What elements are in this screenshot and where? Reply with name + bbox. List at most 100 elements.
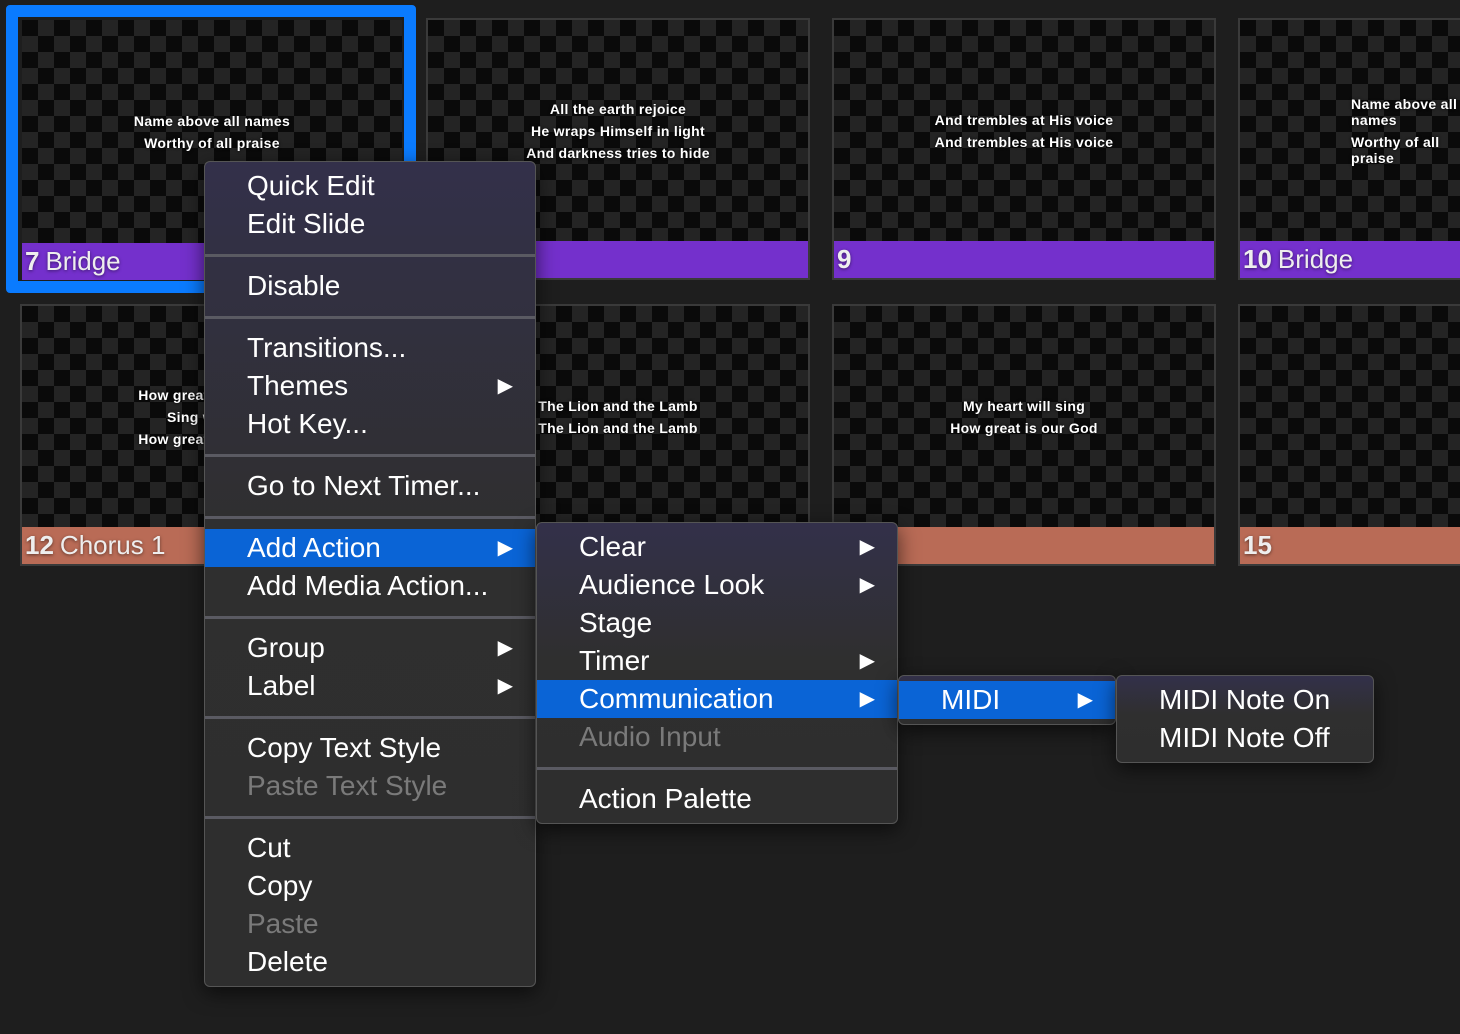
menu-item-midi-note-on[interactable]: MIDI Note On bbox=[1117, 681, 1373, 719]
slide-number: 7 bbox=[25, 246, 40, 276]
menu-item-stage[interactable]: Stage bbox=[537, 604, 897, 642]
menu-item-audience-look[interactable]: Audience Look ▶ bbox=[537, 566, 897, 604]
slide-thumbnail: And trembles at His voice And trembles at… bbox=[834, 20, 1214, 241]
menu-item-label: Edit Slide bbox=[247, 208, 366, 239]
menu-item-label: Paste Text Style bbox=[247, 770, 448, 801]
menu-separator bbox=[205, 243, 535, 267]
submenu-arrow-icon: ▶ bbox=[497, 675, 513, 697]
menu-item-label: Clear bbox=[579, 531, 646, 562]
menu-item-label: Add Action bbox=[247, 532, 381, 563]
menu-separator bbox=[205, 505, 535, 529]
menu-item-label: Add Media Action... bbox=[247, 570, 489, 601]
menu-separator bbox=[205, 443, 535, 467]
menu-item-edit-slide[interactable]: Edit Slide bbox=[205, 205, 535, 243]
slide-lyric: Name above all names bbox=[133, 112, 291, 129]
slide-number: 9 bbox=[837, 244, 852, 274]
context-menu: Quick Edit Edit Slide Disable Transitions..… bbox=[204, 161, 536, 987]
menu-item-label: Go to Next Timer... bbox=[247, 470, 481, 501]
menu-item-label: Audience Look bbox=[579, 569, 765, 600]
menu-item-go-to-next-timer[interactable]: Go to Next Timer... bbox=[205, 467, 535, 505]
menu-item-label: Themes bbox=[247, 370, 349, 401]
menu-item-midi[interactable]: MIDI ▶ bbox=[899, 681, 1115, 719]
slide-lyric: All the earth rejoice bbox=[549, 100, 687, 117]
slide-lyric: And darkness tries to hide bbox=[526, 144, 710, 161]
slide-thumbnail bbox=[1240, 306, 1460, 527]
slide-lyric: Name above all names bbox=[1351, 95, 1458, 128]
slide-lyric: The Lion and the Lamb bbox=[538, 419, 698, 436]
menu-item-label: Delete bbox=[247, 946, 328, 977]
menu-item-add-action[interactable]: Add Action ▶ bbox=[205, 529, 535, 567]
menu-item-label: Communication bbox=[579, 683, 774, 714]
menu-item-hot-key[interactable]: Hot Key... bbox=[205, 405, 535, 443]
slide-lyric: Worthy of all praise bbox=[144, 134, 280, 151]
slide-number: 10 bbox=[1243, 244, 1272, 274]
slide-lyric: Worthy of all praise bbox=[1351, 133, 1440, 166]
submenu-arrow-icon: ▶ bbox=[1077, 689, 1093, 711]
communication-submenu: MIDI ▶ bbox=[898, 675, 1116, 725]
slide-tile[interactable]: 15 bbox=[1238, 304, 1460, 566]
menu-item-disable[interactable]: Disable bbox=[205, 267, 535, 305]
slide-lyric: And trembles at His voice bbox=[934, 111, 1114, 128]
slide-lyric: He wraps Himself in light bbox=[531, 122, 705, 139]
menu-item-label: Transitions... bbox=[247, 332, 407, 363]
menu-item-label: Action Palette bbox=[579, 783, 752, 814]
slide-group-name: Chorus 1 bbox=[59, 530, 166, 560]
menu-item-communication[interactable]: Communication ▶ bbox=[537, 680, 897, 718]
slide-label-bar: 10 Bridge bbox=[1240, 241, 1460, 278]
menu-item-audio-input: Audio Input bbox=[537, 718, 897, 756]
slide-thumbnail: Name above all names Worthy of all praise bbox=[1240, 20, 1460, 241]
submenu-arrow-icon: ▶ bbox=[859, 536, 875, 558]
menu-item-cut[interactable]: Cut bbox=[205, 829, 535, 867]
slide-thumbnail: My heart will sing How great is our God bbox=[834, 306, 1214, 527]
menu-item-label: Label bbox=[247, 670, 316, 701]
menu-item-action-palette[interactable]: Action Palette bbox=[537, 780, 897, 818]
add-action-submenu: Clear ▶ Audience Look ▶ Stage Timer ▶ Communica… bbox=[536, 522, 898, 824]
menu-item-label: Stage bbox=[579, 607, 653, 638]
menu-separator bbox=[205, 605, 535, 629]
submenu-arrow-icon: ▶ bbox=[497, 537, 513, 559]
menu-item-themes[interactable]: Themes ▶ bbox=[205, 367, 535, 405]
menu-item-label: Paste bbox=[247, 908, 319, 939]
menu-item-paste-text-style: Paste Text Style bbox=[205, 767, 535, 805]
menu-item-label: MIDI bbox=[941, 684, 1001, 715]
menu-item-delete[interactable]: Delete bbox=[205, 943, 535, 981]
menu-item-timer[interactable]: Timer ▶ bbox=[537, 642, 897, 680]
submenu-arrow-icon: ▶ bbox=[859, 574, 875, 596]
menu-item-clear[interactable]: Clear ▶ bbox=[537, 528, 897, 566]
slide-lyric: How great is our God bbox=[950, 419, 1098, 436]
submenu-arrow-icon: ▶ bbox=[859, 688, 875, 710]
slide-tile[interactable]: Name above all names Worthy of all praise… bbox=[1238, 18, 1460, 280]
slide-label-bar: 15 bbox=[1240, 527, 1460, 564]
menu-item-label: Cut bbox=[247, 832, 291, 863]
menu-separator bbox=[537, 756, 897, 780]
menu-item-label: Timer bbox=[579, 645, 650, 676]
menu-item-label: Quick Edit bbox=[247, 170, 375, 201]
slide-number: 15 bbox=[1243, 530, 1272, 560]
menu-item-label: MIDI Note On bbox=[1159, 684, 1331, 715]
menu-item-midi-note-off[interactable]: MIDI Note Off bbox=[1117, 719, 1373, 757]
submenu-arrow-icon: ▶ bbox=[497, 375, 513, 397]
menu-separator bbox=[205, 705, 535, 729]
menu-item-label: Disable bbox=[247, 270, 341, 301]
menu-item-label: Copy Text Style bbox=[247, 732, 442, 763]
menu-item-label: Audio Input bbox=[579, 721, 721, 752]
submenu-arrow-icon: ▶ bbox=[859, 650, 875, 672]
menu-item-group[interactable]: Group ▶ bbox=[205, 629, 535, 667]
slide-lyric: The Lion and the Lamb bbox=[538, 397, 698, 414]
menu-item-copy[interactable]: Copy bbox=[205, 867, 535, 905]
menu-item-label: Hot Key... bbox=[247, 408, 368, 439]
slide-group-name: Bridge bbox=[45, 246, 121, 276]
menu-item-quick-edit[interactable]: Quick Edit bbox=[205, 167, 535, 205]
submenu-arrow-icon: ▶ bbox=[497, 637, 513, 659]
menu-item-label[interactable]: Label ▶ bbox=[205, 667, 535, 705]
menu-separator bbox=[205, 305, 535, 329]
menu-separator bbox=[205, 805, 535, 829]
menu-item-transitions[interactable]: Transitions... bbox=[205, 329, 535, 367]
menu-item-copy-text-style[interactable]: Copy Text Style bbox=[205, 729, 535, 767]
slide-lyric: My heart will sing bbox=[962, 397, 1086, 414]
menu-item-label: Group bbox=[247, 632, 325, 663]
menu-item-label: Copy bbox=[247, 870, 313, 901]
menu-item-add-media-action[interactable]: Add Media Action... bbox=[205, 567, 535, 605]
slide-tile[interactable]: And trembles at His voice And trembles at… bbox=[832, 18, 1216, 280]
slide-group-name: Bridge bbox=[1277, 244, 1354, 274]
